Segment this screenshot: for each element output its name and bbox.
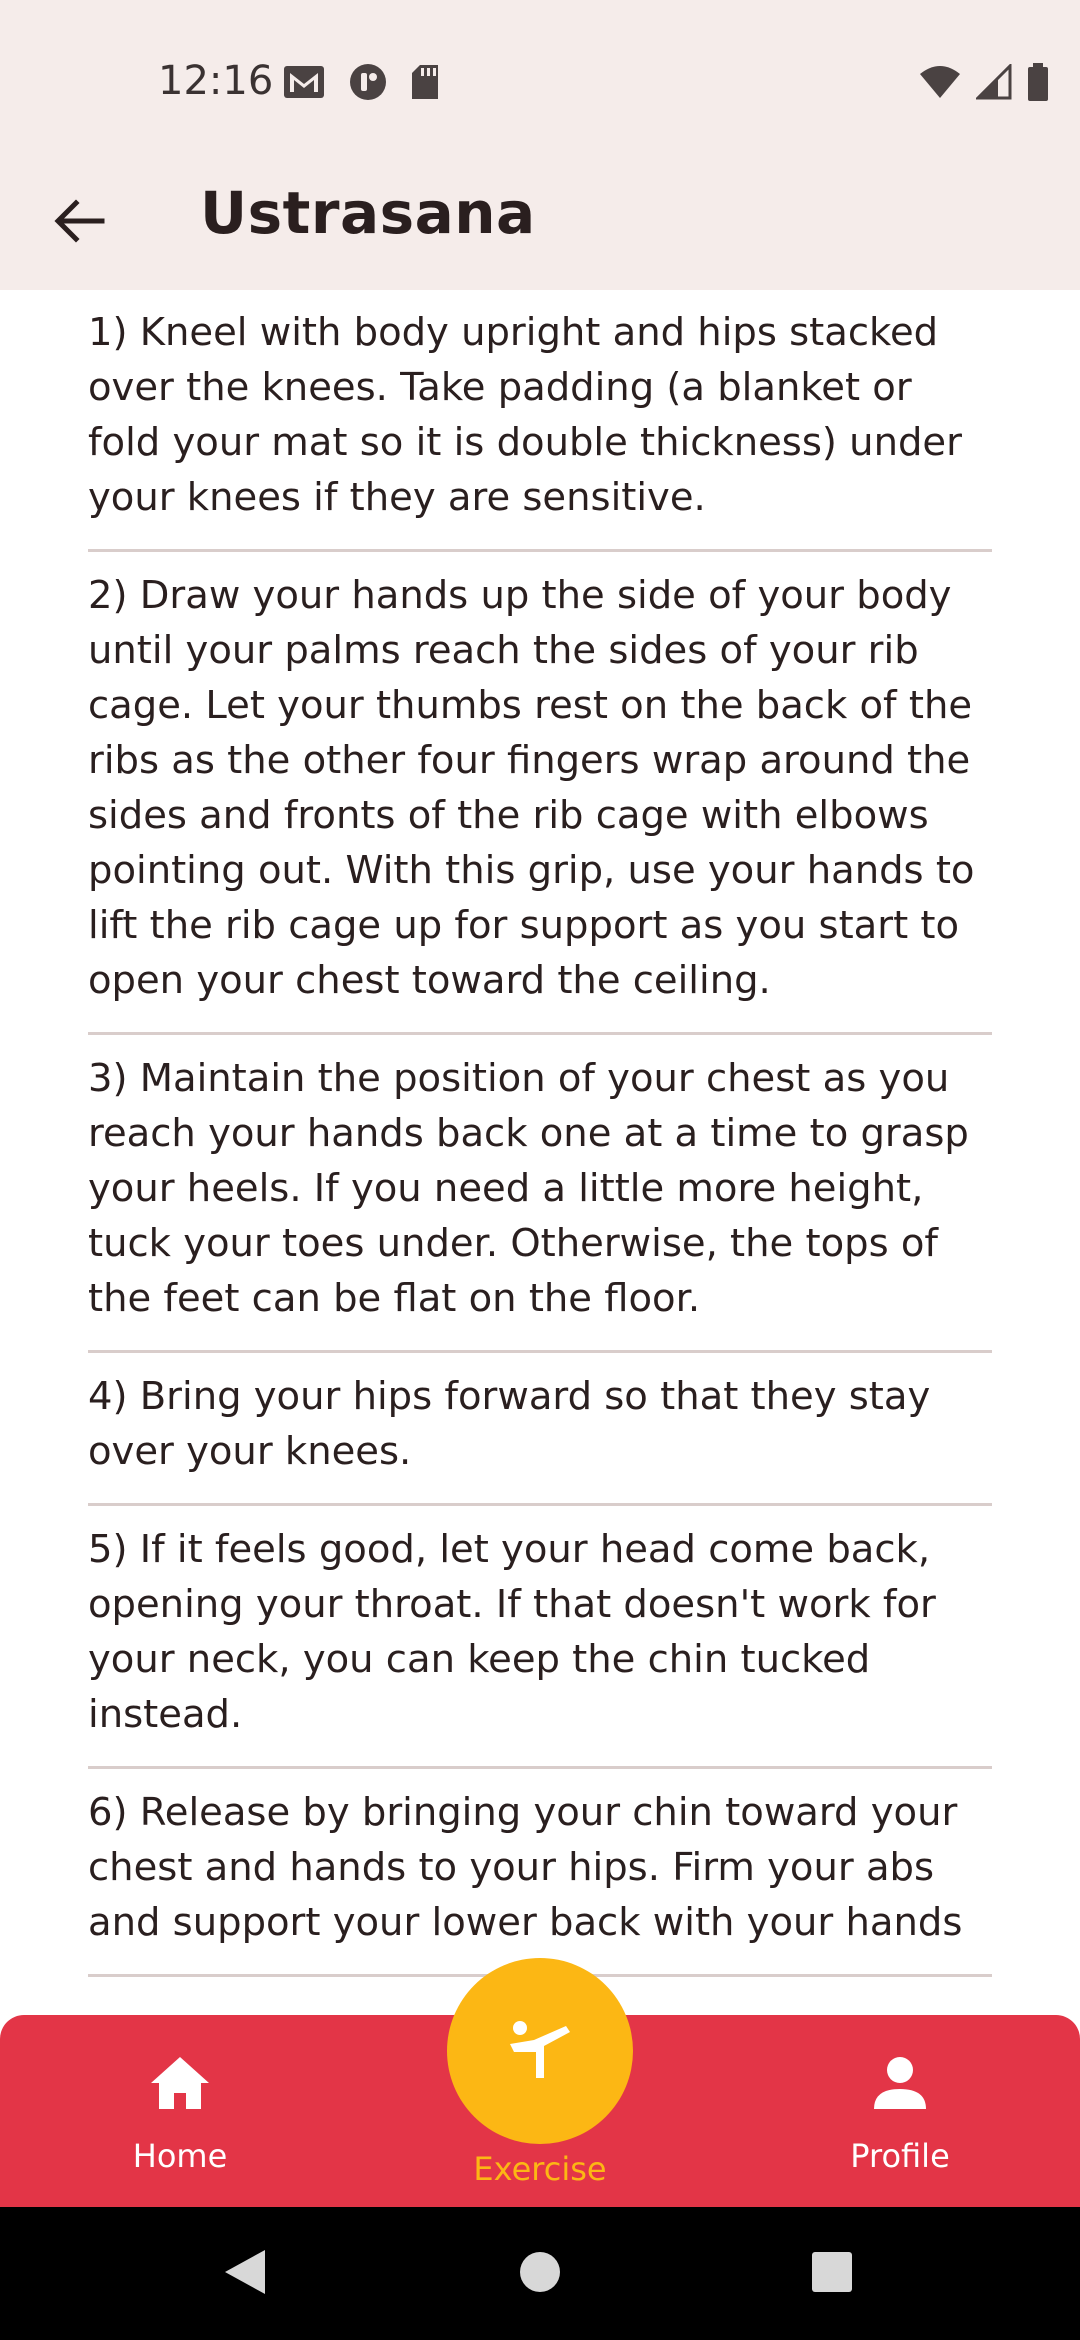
- system-navigation-bar: [0, 2207, 1080, 2340]
- system-back-button[interactable]: [185, 2207, 305, 2340]
- nav-home[interactable]: Home: [70, 2015, 290, 2207]
- nav-exercise-label[interactable]: Exercise: [390, 2150, 690, 2188]
- recents-square-icon: [810, 2250, 854, 2298]
- battery-icon: [1026, 62, 1050, 106]
- status-time: 12:16: [158, 58, 274, 104]
- steps-scroll-area[interactable]: 1) Kneel with body upright and hips stac…: [0, 290, 1080, 2015]
- status-bar: 12:16: [0, 0, 1080, 165]
- step-item: 2) Draw your hands up the side of your b…: [88, 552, 992, 1035]
- gmail-icon: [282, 64, 326, 104]
- step-item: 5) If it feels good, let your head come …: [88, 1506, 992, 1769]
- home-circle-icon: [518, 2250, 562, 2298]
- nav-profile-label: Profile: [850, 2137, 950, 2175]
- system-home-button[interactable]: [480, 2207, 600, 2340]
- step-item: 1) Kneel with body upright and hips stac…: [88, 290, 992, 552]
- step-item: 4) Bring your hips forward so that they …: [88, 1353, 992, 1506]
- app-notification-icon: [348, 62, 388, 106]
- nav-home-label: Home: [132, 2137, 228, 2175]
- app-bar: Ustrasana: [0, 165, 1080, 290]
- home-icon: [149, 2055, 211, 2115]
- system-recents-button[interactable]: [772, 2207, 892, 2340]
- nav-profile[interactable]: Profile: [790, 2015, 1010, 2207]
- exercise-icon: [504, 2018, 576, 2084]
- step-item: 6) Release by bringing your chin toward …: [88, 1769, 992, 1977]
- page-title: Ustrasana: [200, 179, 536, 247]
- sd-card-icon: [410, 63, 440, 105]
- person-icon: [872, 2055, 928, 2115]
- arrow-left-icon: [54, 199, 106, 247]
- back-triangle-icon: [223, 2248, 267, 2300]
- wifi-icon: [918, 64, 962, 104]
- steps-list: 1) Kneel with body upright and hips stac…: [0, 290, 1080, 1977]
- step-item: 3) Maintain the position of your chest a…: [88, 1035, 992, 1353]
- signal-icon: [974, 62, 1012, 104]
- exercise-fab-button[interactable]: [447, 1958, 633, 2144]
- back-button[interactable]: [40, 183, 120, 263]
